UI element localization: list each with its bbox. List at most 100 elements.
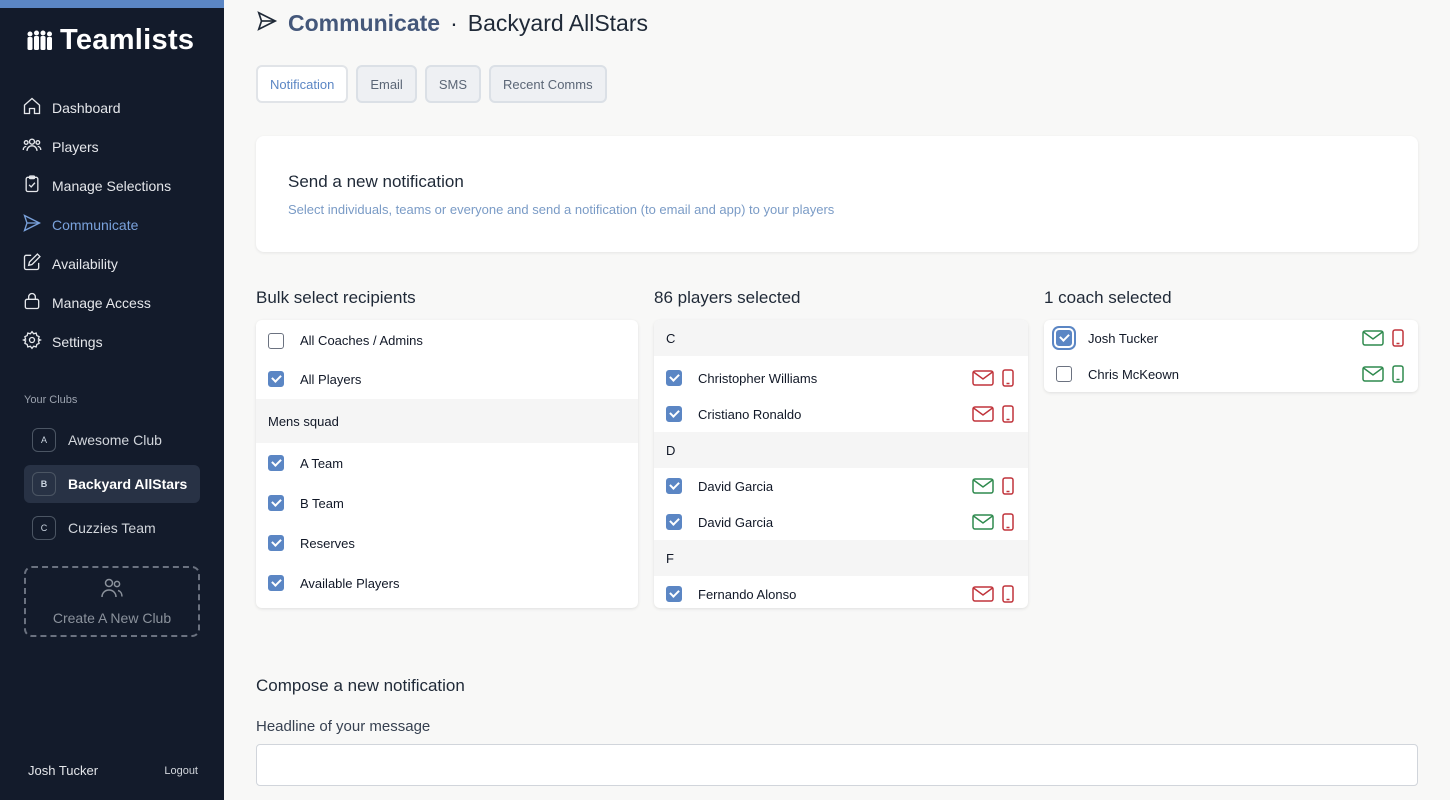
club-name: Awesome Club <box>68 432 162 448</box>
club-item-cuzzies-team[interactable]: C Cuzzies Team <box>24 509 200 547</box>
letter-header: F <box>654 540 1028 576</box>
bulk-row-available-players[interactable]: Available Players <box>256 563 638 603</box>
row-label: All Coaches / Admins <box>300 333 423 348</box>
phone-icon <box>1002 405 1014 423</box>
sidebar-item-manage-access[interactable]: Manage Access <box>0 283 224 322</box>
page-title: Communicate <box>288 10 441 36</box>
bulk-row-all-coaches[interactable]: All Coaches / Admins <box>256 322 638 359</box>
sidebar-item-communicate[interactable]: Communicate <box>0 205 224 244</box>
bulk-title: Bulk select recipients <box>256 288 416 307</box>
mail-icon <box>972 514 994 530</box>
intro-subtitle: Select individuals, teams or everyone an… <box>288 202 835 217</box>
sidebar-item-label: Manage Selections <box>52 177 172 194</box>
checkbox[interactable] <box>268 332 284 349</box>
phone-icon <box>1002 513 1014 531</box>
group-header: Mens squad <box>256 399 638 443</box>
club-item-backyard-allstars[interactable]: B Backyard AllStars <box>24 465 200 503</box>
player-name: David Garcia <box>698 478 774 494</box>
checkbox[interactable] <box>268 455 284 471</box>
headline-label: Headline of your message <box>256 718 431 735</box>
clipboard-check-icon <box>22 174 42 197</box>
checkbox[interactable] <box>268 495 284 511</box>
sidebar-item-dashboard[interactable]: Dashboard <box>0 88 224 127</box>
send-icon <box>256 10 278 37</box>
sidebar-item-manage-selections[interactable]: Manage Selections <box>0 166 224 205</box>
sidebar-item-label: Dashboard <box>52 99 121 116</box>
checkbox[interactable] <box>666 514 682 530</box>
coach-name: Chris McKeown <box>1088 366 1180 382</box>
sidebar-item-availability[interactable]: Availability <box>0 244 224 283</box>
checkbox[interactable] <box>666 586 682 602</box>
row-label: B Team <box>300 495 344 511</box>
checkbox[interactable] <box>1056 330 1072 346</box>
row-label: Available Players <box>300 575 400 591</box>
tab-email[interactable]: Email <box>356 65 417 103</box>
sidebar-item-label: Settings <box>52 333 103 350</box>
coaches-title: 1 coach selected <box>1044 288 1172 307</box>
phone-icon <box>1392 365 1404 383</box>
title-separator: · <box>450 10 458 36</box>
club-badge: B <box>32 472 56 496</box>
checkbox[interactable] <box>268 371 284 387</box>
contact-icons <box>972 513 1014 531</box>
bulk-row-reserves[interactable]: Reserves <box>256 523 638 563</box>
bulk-row-b-team[interactable]: B Team <box>256 483 638 523</box>
player-row[interactable]: Fernando Alonso <box>654 576 1028 608</box>
player-row[interactable]: David Garcia <box>654 468 1028 504</box>
page-club-name: Backyard AllStars <box>467 10 649 36</box>
player-name: Fernando Alonso <box>698 586 797 602</box>
users-icon <box>100 577 124 602</box>
sidebar-item-settings[interactable]: Settings <box>0 322 224 361</box>
user-footer: Josh Tucker Logout <box>28 763 198 778</box>
coach-row[interactable]: Chris McKeown <box>1044 356 1418 392</box>
logout-link[interactable]: Logout <box>164 765 198 777</box>
send-icon <box>22 213 42 236</box>
sidebar-item-label: Players <box>52 138 99 155</box>
contact-icons <box>972 369 1014 387</box>
create-club-button[interactable]: Create A New Club <box>24 566 200 637</box>
create-club-label: Create A New Club <box>52 610 172 626</box>
mail-icon <box>972 586 994 602</box>
compose-title: Compose a new notification <box>256 676 465 695</box>
phone-icon <box>1392 329 1404 347</box>
sidebar-top-accent <box>0 0 224 8</box>
contact-icons <box>972 477 1014 495</box>
letter-header: C <box>654 320 1028 356</box>
bulk-row-a-team[interactable]: A Team <box>256 443 638 483</box>
intro-title: Send a new notification <box>288 172 464 191</box>
mail-icon <box>1362 330 1384 346</box>
club-badge: C <box>32 516 56 540</box>
edit-icon <box>22 252 42 275</box>
coach-name: Josh Tucker <box>1088 330 1159 346</box>
mail-icon <box>972 478 994 494</box>
checkbox[interactable] <box>1056 366 1072 382</box>
tab-sms[interactable]: SMS <box>424 65 481 103</box>
headline-input[interactable] <box>256 744 1418 786</box>
sidebar-nav: Dashboard Players Manage Selections Comm… <box>0 88 224 361</box>
club-list: A Awesome Club B Backyard AllStars C Cuz… <box>24 421 200 553</box>
player-row[interactable]: Christopher Williams <box>654 356 1028 396</box>
coaches-panel: Josh Tucker Chris McKeown <box>1044 320 1418 392</box>
coach-row[interactable]: Josh Tucker <box>1044 320 1418 356</box>
app-logo[interactable]: Teamlists <box>26 24 194 57</box>
mail-icon <box>972 370 994 386</box>
row-label: Reserves <box>300 535 355 551</box>
tab-recent-comms[interactable]: Recent Comms <box>489 65 607 103</box>
lock-icon <box>22 291 42 314</box>
player-row[interactable]: David Garcia <box>654 504 1028 540</box>
checkbox[interactable] <box>666 478 682 494</box>
mail-icon <box>1362 366 1384 382</box>
row-label: All Players <box>300 371 362 387</box>
player-name: Cristiano Ronaldo <box>698 406 802 422</box>
tab-notification[interactable]: Notification <box>256 65 349 103</box>
sidebar-item-label: Availability <box>52 255 118 272</box>
sidebar-item-players[interactable]: Players <box>0 127 224 166</box>
bulk-row-all-players[interactable]: All Players <box>256 359 638 399</box>
checkbox[interactable] <box>666 406 682 422</box>
club-item-awesome-club[interactable]: A Awesome Club <box>24 421 200 459</box>
checkbox[interactable] <box>268 535 284 551</box>
player-row[interactable]: Cristiano Ronaldo <box>654 396 1028 432</box>
team-logo-icon <box>26 30 54 52</box>
checkbox[interactable] <box>268 575 284 591</box>
checkbox[interactable] <box>666 370 682 386</box>
